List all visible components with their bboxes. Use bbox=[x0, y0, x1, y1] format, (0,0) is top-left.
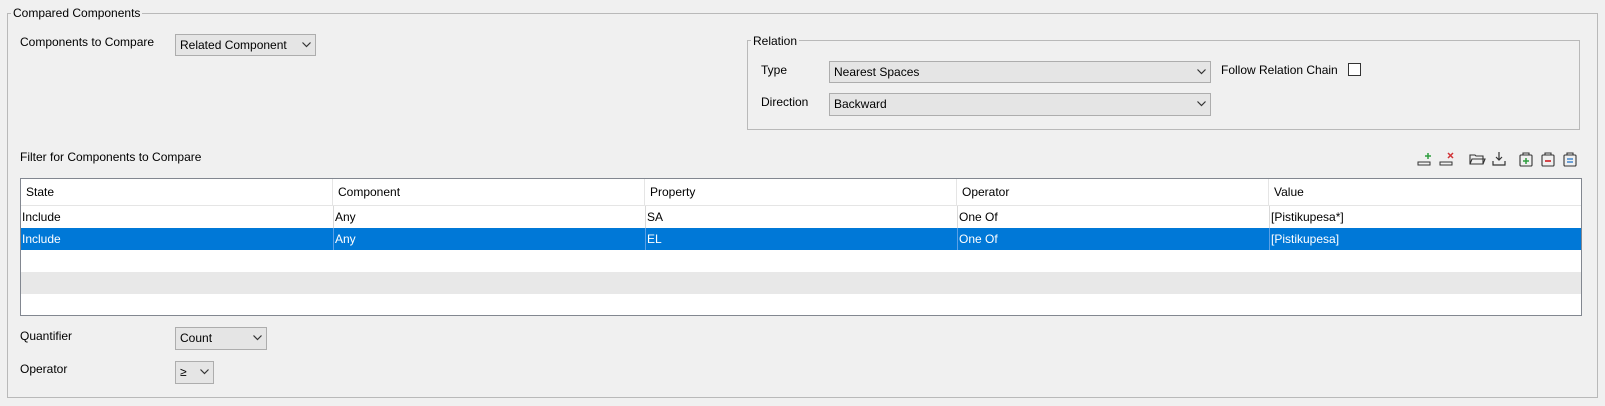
components-to-compare-value: Related Component bbox=[180, 38, 287, 52]
quantifier-dropdown[interactable]: Count bbox=[175, 327, 267, 350]
chevron-down-icon bbox=[253, 335, 262, 341]
follow-relation-chain-checkbox[interactable] bbox=[1348, 63, 1361, 76]
filter-title: Filter for Components to Compare bbox=[20, 150, 202, 164]
empty-row bbox=[21, 294, 1581, 315]
table-row[interactable]: Include Any SA One Of [Pistikupesa*] bbox=[21, 206, 1581, 228]
relation-direction-dropdown[interactable]: Backward bbox=[829, 93, 1211, 116]
chevron-down-icon bbox=[1197, 101, 1206, 107]
add-row-icon[interactable] bbox=[1416, 150, 1434, 168]
components-to-compare-dropdown[interactable]: Related Component bbox=[175, 34, 316, 56]
relation-type-value: Nearest Spaces bbox=[834, 65, 920, 79]
column-header-property[interactable]: Property bbox=[645, 179, 957, 206]
compared-components-title: Compared Components bbox=[11, 6, 143, 20]
cell-state[interactable]: Include bbox=[21, 228, 333, 250]
relation-title: Relation bbox=[751, 34, 800, 48]
download-icon[interactable] bbox=[1490, 150, 1508, 168]
empty-row bbox=[21, 250, 1581, 272]
remove-row-icon[interactable] bbox=[1438, 150, 1456, 168]
cell-value[interactable]: [Pistikupesa] bbox=[1269, 228, 1581, 250]
relation-direction-value: Backward bbox=[834, 97, 887, 111]
add-group-icon[interactable] bbox=[1517, 150, 1535, 168]
operator-value: ≥ bbox=[180, 365, 187, 379]
column-header-component[interactable]: Component bbox=[333, 179, 645, 206]
relation-group bbox=[747, 40, 1580, 130]
quantifier-value: Count bbox=[180, 331, 213, 345]
chevron-down-icon bbox=[1197, 69, 1206, 75]
clear-group-icon[interactable] bbox=[1561, 150, 1579, 168]
remove-group-icon[interactable] bbox=[1539, 150, 1557, 168]
column-header-value[interactable]: Value bbox=[1269, 179, 1581, 206]
open-folder-icon[interactable] bbox=[1468, 150, 1486, 168]
operator-dropdown[interactable]: ≥ bbox=[175, 361, 214, 384]
cell-state[interactable]: Include bbox=[21, 206, 333, 228]
cell-component[interactable]: Any bbox=[333, 206, 645, 228]
cell-operator[interactable]: One Of bbox=[957, 228, 1269, 250]
chevron-down-icon bbox=[200, 369, 209, 375]
table-row-selected[interactable]: Include Any EL One Of [Pistikupesa] bbox=[21, 228, 1581, 250]
cell-operator[interactable]: One Of bbox=[957, 206, 1269, 228]
cell-value[interactable]: [Pistikupesa*] bbox=[1269, 206, 1581, 228]
cell-component[interactable]: Any bbox=[333, 228, 645, 250]
table-header: State Component Property Operator Value bbox=[21, 179, 1581, 206]
follow-relation-chain-label: Follow Relation Chain bbox=[1221, 63, 1338, 77]
relation-type-dropdown[interactable]: Nearest Spaces bbox=[829, 61, 1211, 83]
chevron-down-icon bbox=[302, 42, 311, 48]
operator-label: Operator bbox=[20, 362, 68, 376]
filter-table[interactable]: State Component Property Operator Value … bbox=[20, 178, 1582, 316]
quantifier-label: Quantifier bbox=[20, 329, 73, 343]
components-to-compare-label: Components to Compare bbox=[20, 35, 155, 49]
relation-type-label: Type bbox=[761, 63, 788, 77]
relation-direction-label: Direction bbox=[761, 95, 809, 109]
column-header-operator[interactable]: Operator bbox=[957, 179, 1269, 206]
empty-row-alt bbox=[21, 272, 1581, 294]
column-header-state[interactable]: State bbox=[21, 179, 333, 206]
cell-property[interactable]: EL bbox=[645, 228, 957, 250]
cell-property[interactable]: SA bbox=[645, 206, 957, 228]
